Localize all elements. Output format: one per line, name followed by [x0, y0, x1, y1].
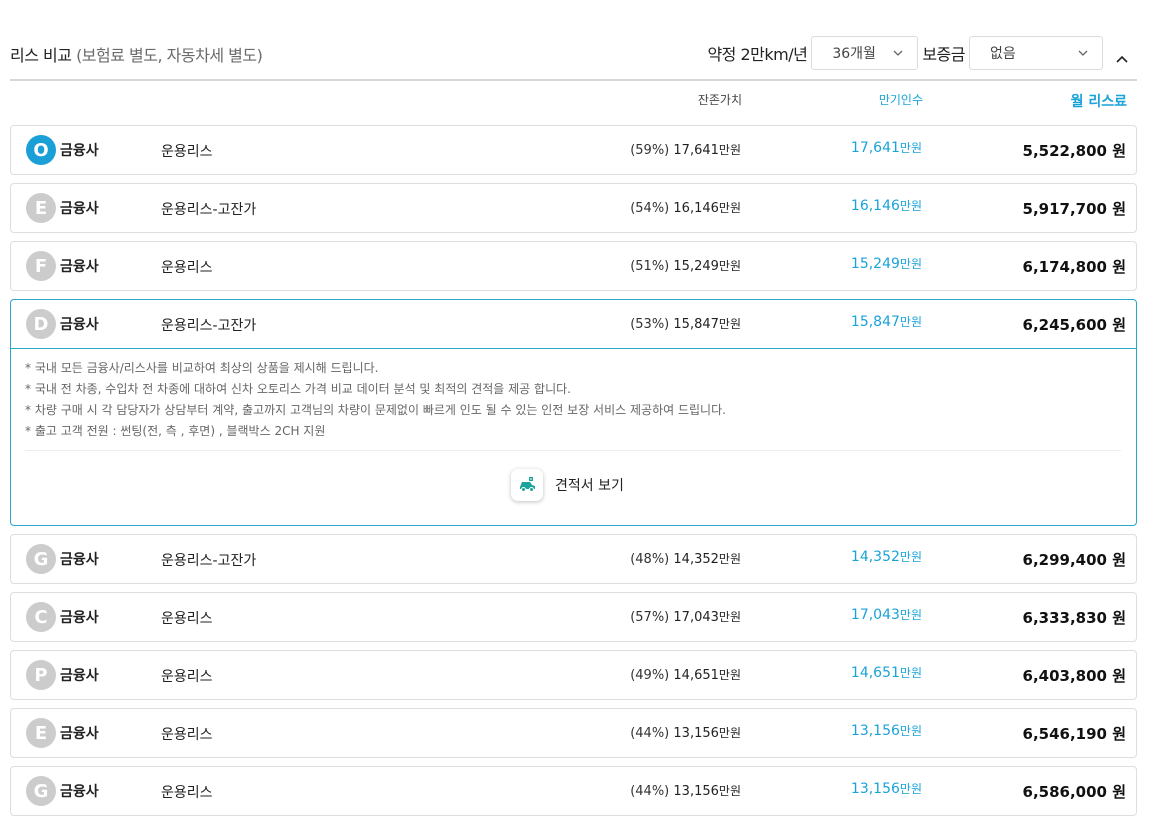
deposit-select-value: 없음: [990, 46, 1016, 62]
note-line: * 출고 고객 전원 : 썬팅(전, 측 , 후면) , 블랙박스 2CH 지원: [25, 424, 326, 438]
residual-value: (53%) 15,847만원: [630, 317, 741, 332]
monthly-payment: 6,546,190 원: [1022, 725, 1126, 743]
lender-name: 금융사: [60, 143, 99, 159]
filter-controls: 약정 2만km/년 36개월 보증금 없음: [707, 34, 1137, 72]
maturity-value: 16,146만원: [850, 198, 922, 214]
product-name: 운용리스: [161, 611, 213, 627]
lender-badge: O: [26, 135, 56, 165]
maturity-value: 14,352만원: [850, 549, 922, 565]
lender-name: 금융사: [60, 726, 99, 742]
product-name: 운용리스: [161, 727, 213, 743]
lender-badge: C: [26, 602, 56, 632]
expanded-row-header[interactable]: D 금융사 운용리스-고잔가 (53%) 15,847만원 15,847만원 6…: [11, 300, 1136, 349]
maturity-value: 17,043만원: [850, 607, 922, 623]
column-monthly[interactable]: 월 리스료: [1071, 91, 1127, 111]
deposit-label: 보증금: [922, 45, 965, 64]
residual-value: (59%) 17,641만원: [630, 143, 741, 158]
page-title: 리스 비교 (보험료 별도, 자동차세 별도): [10, 42, 263, 66]
header-divider: [10, 79, 1137, 81]
car-icon: [511, 469, 543, 501]
service-notes: * 국내 모든 금융사/리스사를 비교하여 최상의 상품을 제시해 드립니다. …: [25, 358, 1121, 442]
chevron-down-icon: [1078, 50, 1088, 56]
lease-row[interactable]: C 금융사 운용리스 (57%) 17,043만원 17,043만원 6,333…: [10, 592, 1137, 642]
monthly-payment: 6,245,600 원: [1022, 316, 1126, 334]
lease-row[interactable]: P 금융사 운용리스 (49%) 14,651만원 14,651만원 6,403…: [10, 650, 1137, 700]
lender-badge: G: [26, 544, 56, 574]
product-name: 운용리스: [161, 669, 213, 685]
lender-name: 금융사: [60, 201, 99, 217]
product-name: 운용리스-고잔가: [161, 202, 257, 218]
term-label: 약정 2만km/년: [707, 45, 808, 64]
lender-name: 금융사: [60, 668, 99, 684]
lender-badge: E: [26, 718, 56, 748]
term-select[interactable]: 36개월: [811, 36, 919, 70]
residual-value: (51%) 15,249만원: [630, 259, 741, 274]
title-subtitle: (보험료 별도, 자동차세 별도): [76, 46, 263, 65]
monthly-payment: 5,917,700 원: [1022, 200, 1126, 218]
product-name: 운용리스: [161, 144, 213, 160]
lease-row[interactable]: G 금융사 운용리스 (44%) 13,156만원 13,156만원 6,586…: [10, 766, 1137, 816]
maturity-value: 13,156만원: [850, 781, 922, 797]
product-name: 운용리스: [161, 785, 213, 801]
maturity-value: 15,249만원: [850, 256, 922, 272]
note-line: * 국내 전 차종, 수입차 전 차종에 대하여 신차 오토리스 가격 비교 데…: [25, 382, 571, 396]
residual-value: (48%) 14,352만원: [630, 552, 741, 567]
lease-row[interactable]: E 금융사 운용리스 (44%) 13,156만원 13,156만원 6,546…: [10, 708, 1137, 758]
lender-badge: P: [26, 660, 56, 690]
monthly-payment: 5,522,800 원: [1022, 142, 1126, 160]
view-quote-button[interactable]: 견적서 보기: [511, 469, 624, 501]
term-select-value: 36개월: [832, 46, 876, 62]
lender-name: 금융사: [60, 552, 99, 568]
lender-name: 금융사: [60, 784, 99, 800]
chevron-up-icon: [1116, 55, 1128, 63]
lease-row-expanded[interactable]: D 금융사 운용리스-고잔가 (53%) 15,847만원 15,847만원 6…: [10, 299, 1137, 526]
residual-value: (44%) 13,156만원: [630, 784, 741, 799]
lease-row[interactable]: F 금융사 운용리스 (51%) 15,249만원 15,249만원 6,174…: [10, 241, 1137, 291]
maturity-value: 15,847만원: [850, 314, 922, 330]
notes-divider: [25, 450, 1121, 451]
lender-name: 금융사: [60, 259, 99, 275]
lender-name: 금융사: [60, 610, 99, 626]
lender-name: 금융사: [60, 317, 99, 333]
residual-value: (54%) 16,146만원: [630, 201, 741, 216]
residual-value: (49%) 14,651만원: [630, 668, 741, 683]
note-line: * 차량 구매 시 각 담당자가 상담부터 계약, 출고까지 고객님의 차량이 …: [25, 403, 726, 417]
column-maturity: 만기인수: [878, 93, 923, 107]
product-name: 운용리스-고잔가: [161, 318, 257, 334]
residual-value: (57%) 17,043만원: [630, 610, 741, 625]
lender-badge: F: [26, 251, 56, 281]
title-main: 리스 비교: [10, 46, 72, 65]
maturity-value: 17,641만원: [850, 140, 922, 156]
residual-value: (44%) 13,156만원: [630, 726, 741, 741]
lease-row[interactable]: G 금융사 운용리스-고잔가 (48%) 14,352만원 14,352만원 6…: [10, 534, 1137, 584]
monthly-payment: 6,586,000 원: [1022, 783, 1126, 801]
view-quote-label: 견적서 보기: [555, 478, 624, 494]
column-headers: 잔존가치 만기인수 월 리스료: [10, 91, 1137, 111]
maturity-value: 14,651만원: [850, 665, 922, 681]
deposit-select[interactable]: 없음: [969, 36, 1103, 70]
lender-badge: G: [26, 776, 56, 806]
product-name: 운용리스: [161, 260, 213, 276]
maturity-value: 13,156만원: [850, 723, 922, 739]
monthly-payment: 6,403,800 원: [1022, 667, 1126, 685]
lender-badge: E: [26, 193, 56, 223]
note-line: * 국내 모든 금융사/리스사를 비교하여 최상의 상품을 제시해 드립니다.: [25, 361, 379, 375]
product-name: 운용리스-고잔가: [161, 553, 257, 569]
lease-compare-header: 리스 비교 (보험료 별도, 자동차세 별도) 약정 2만km/년 36개월 보…: [10, 34, 1137, 72]
monthly-payment: 6,299,400 원: [1022, 551, 1126, 569]
lender-badge: D: [26, 309, 56, 339]
monthly-payment: 6,333,830 원: [1022, 609, 1126, 627]
lease-row[interactable]: O 금융사 운용리스 (59%) 17,641만원 17,641만원 5,522…: [10, 125, 1137, 175]
column-residual: 잔존가치: [697, 93, 742, 107]
chevron-down-icon: [893, 50, 903, 56]
monthly-payment: 6,174,800 원: [1022, 258, 1126, 276]
lease-row[interactable]: E 금융사 운용리스-고잔가 (54%) 16,146만원 16,146만원 5…: [10, 183, 1137, 233]
collapse-button[interactable]: [1107, 45, 1137, 75]
